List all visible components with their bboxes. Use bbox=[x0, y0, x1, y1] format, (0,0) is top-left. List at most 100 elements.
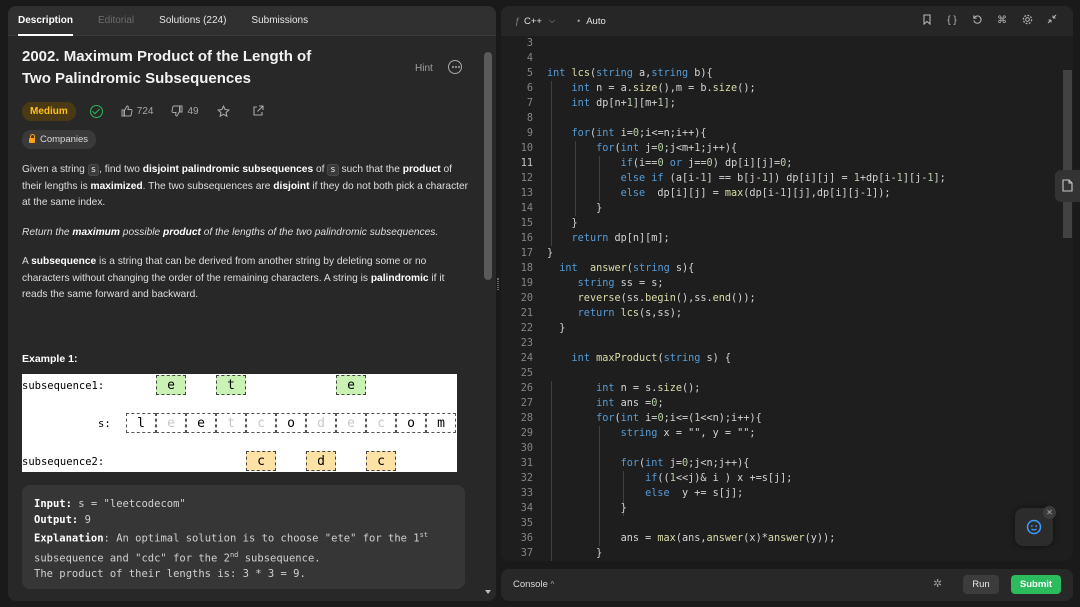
line-number: 25 bbox=[520, 368, 533, 379]
line-number: 32 bbox=[520, 473, 533, 484]
lock-icon bbox=[29, 134, 35, 143]
run-button[interactable]: Run bbox=[963, 575, 999, 594]
s-cell: o bbox=[276, 413, 306, 433]
problem-panel: Description Editorial Solutions (224) Su… bbox=[8, 6, 496, 601]
debug-icon[interactable]: ✲ bbox=[933, 578, 945, 590]
sup-st: st bbox=[419, 531, 429, 540]
line-number: 21 bbox=[520, 308, 533, 319]
code-line: 5 int lcs(string a,string b){ bbox=[501, 66, 1061, 81]
code-editor[interactable]: 3 4 5 int lcs(string a,string b){ 6 int n… bbox=[501, 36, 1073, 561]
mode-label[interactable]: Auto bbox=[586, 16, 606, 27]
input-label: Input: bbox=[34, 498, 72, 510]
like-count: 724 bbox=[136, 105, 154, 117]
thumbs-up-icon bbox=[121, 105, 133, 117]
sub2-cell: c bbox=[246, 451, 276, 471]
code-line: 28 for(int i=0;i<=(1<<n);i++){ bbox=[501, 411, 1061, 426]
settings-icon[interactable] bbox=[1020, 14, 1034, 28]
input-value: s = "leetcodecom" bbox=[78, 498, 186, 510]
s-cell: e bbox=[156, 413, 186, 433]
explanation-text-c: subsequence. bbox=[238, 552, 321, 565]
code-line: 25 bbox=[501, 366, 1061, 381]
subsequence2-label: subsequence2: bbox=[22, 456, 105, 468]
bookmark-icon[interactable] bbox=[920, 14, 934, 28]
favorite-button[interactable] bbox=[216, 104, 234, 118]
tab-editorial[interactable]: Editorial bbox=[98, 6, 134, 36]
language-select[interactable]: C++ bbox=[524, 16, 542, 27]
description-scrollbar[interactable] bbox=[484, 52, 492, 280]
code-line: 34 } bbox=[501, 501, 1061, 516]
code-line: 20 reverse(ss.begin(),ss.end()); bbox=[501, 291, 1061, 306]
panel-resize-handle[interactable] bbox=[497, 278, 499, 290]
problem-meta: Medium 724 49 bbox=[22, 101, 268, 121]
console-toggle[interactable]: Console ^ bbox=[513, 579, 554, 590]
problem-description: 2002. Maximum Product of the Length of T… bbox=[22, 46, 477, 589]
code-line: 11 if(i==0 or j==0) dp[i][j]=0; bbox=[501, 156, 1061, 171]
code-line: 30 bbox=[501, 441, 1061, 456]
sub1-cell: e bbox=[156, 375, 186, 395]
scroll-down-icon[interactable] bbox=[485, 590, 491, 594]
editor-scrollbar[interactable] bbox=[1063, 70, 1072, 238]
s-cell: e bbox=[336, 413, 366, 433]
s-cell: c bbox=[366, 413, 396, 433]
star-icon bbox=[216, 104, 230, 117]
dislike-count: 49 bbox=[187, 105, 199, 117]
code-line: 22 } bbox=[501, 321, 1061, 336]
code-line: 32 if((1<<j)& i ) x +=s[j]; bbox=[501, 471, 1061, 486]
line-number: 24 bbox=[520, 353, 533, 364]
example-explanation: Input: s = "leetcodecom" Output: 9 Expla… bbox=[22, 485, 465, 589]
share-button[interactable] bbox=[252, 105, 268, 117]
submit-button[interactable]: Submit bbox=[1011, 575, 1061, 594]
collapse-icon[interactable] bbox=[1045, 14, 1059, 28]
tab-description[interactable]: Description bbox=[18, 6, 74, 36]
line-number: 29 bbox=[520, 428, 533, 439]
companies-tag[interactable]: Companies bbox=[22, 130, 97, 149]
output-value: 9 bbox=[84, 513, 91, 526]
line-number: 19 bbox=[520, 278, 533, 289]
tab-submissions[interactable]: Submissions bbox=[251, 6, 308, 36]
tab-solutions[interactable]: Solutions (224) bbox=[159, 6, 226, 36]
s-cell: c bbox=[246, 413, 276, 433]
problem-title[interactable]: 2002. Maximum Product of the Length of T… bbox=[22, 46, 342, 90]
line-number: 27 bbox=[520, 398, 533, 409]
dislike-button[interactable]: 49 bbox=[171, 105, 199, 117]
sub1-cell: e bbox=[336, 375, 366, 395]
problem-tabs: Description Editorial Solutions (224) Su… bbox=[8, 6, 496, 36]
side-panel-toggle[interactable] bbox=[1055, 170, 1080, 202]
code-panel: ƒ C++ ⌵ • Auto { } ⌘ 3 4 5 int lcs(strin… bbox=[501, 6, 1073, 561]
s-label: s: bbox=[98, 418, 111, 430]
line-number: 11 bbox=[520, 158, 533, 169]
code-line: 33 else y += s[j]; bbox=[501, 486, 1061, 501]
code-line: 27 int ans =0; bbox=[501, 396, 1061, 411]
problem-statement-3: A subsequence is a string that can be de… bbox=[22, 256, 445, 300]
code-line: 9 for(int i=0;i<=n;i++){ bbox=[501, 126, 1061, 141]
close-icon[interactable]: ✕ bbox=[1043, 506, 1056, 519]
command-icon[interactable]: ⌘ bbox=[995, 14, 1009, 28]
code-line: 13 else dp[i][j] = max(dp[i-1][j],dp[i][… bbox=[501, 186, 1061, 201]
thumbs-down-icon bbox=[171, 105, 183, 117]
line-number: 4 bbox=[526, 53, 533, 64]
hint-button[interactable]: Hint bbox=[415, 63, 433, 74]
code-line: 16 return dp[n][m]; bbox=[501, 231, 1061, 246]
code-line: 12 else if (a[i-1] == b[j-1]) dp[i][j] =… bbox=[501, 171, 1061, 186]
more-options-icon[interactable] bbox=[448, 60, 462, 74]
reset-icon[interactable] bbox=[970, 14, 984, 28]
line-number: 9 bbox=[526, 128, 533, 139]
line-number: 22 bbox=[520, 323, 533, 334]
lang-icon: ƒ bbox=[515, 16, 521, 26]
code-line: 31 for(int j=0;j<n;j++){ bbox=[501, 456, 1061, 471]
chevron-down-icon[interactable]: ⌵ bbox=[549, 16, 555, 26]
code-line: 7 int dp[n+1][m+1]; bbox=[501, 96, 1061, 111]
line-number: 35 bbox=[520, 518, 533, 529]
sub1-cell: t bbox=[216, 375, 246, 395]
line-number: 26 bbox=[520, 383, 533, 394]
code-line: 29 string x = "", y = ""; bbox=[501, 426, 1061, 441]
like-button[interactable]: 724 bbox=[121, 105, 154, 117]
example-title: Example 1: bbox=[22, 353, 78, 365]
subsequence1-label: subsequence1: bbox=[22, 380, 105, 392]
braces-icon[interactable]: { } bbox=[945, 14, 959, 28]
code-line: 36 ans = max(ans,answer(x)*answer(y)); bbox=[501, 531, 1061, 546]
line-number: 30 bbox=[520, 443, 533, 454]
code-line: 3 bbox=[501, 36, 1061, 51]
line-number: 14 bbox=[520, 203, 533, 214]
app-root: Description Editorial Solutions (224) Su… bbox=[0, 0, 1080, 607]
